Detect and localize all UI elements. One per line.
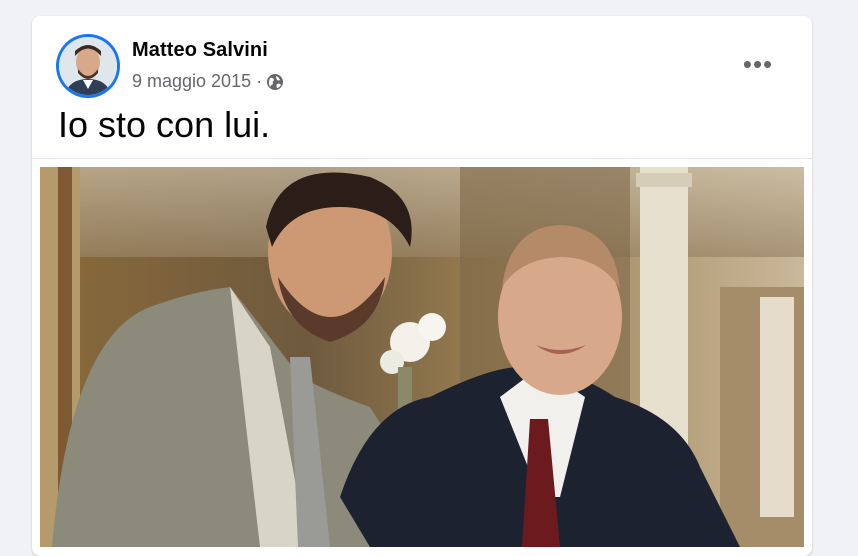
post-meta: 9 maggio 2015 ·: [132, 71, 284, 92]
post-text: Io sto con lui.: [58, 104, 271, 145]
meta-separator: ·: [256, 71, 263, 91]
globe-icon: [266, 73, 284, 91]
divider: [32, 158, 812, 159]
post-photo[interactable]: [40, 167, 804, 547]
post-header: Matteo Salvini 9 maggio 2015 · •••: [32, 16, 812, 106]
avatar[interactable]: [56, 34, 120, 98]
avatar-image: [59, 37, 117, 95]
post-card: Matteo Salvini 9 maggio 2015 · ••• Io st…: [32, 16, 812, 556]
more-options-icon[interactable]: •••: [738, 49, 778, 79]
author-name[interactable]: Matteo Salvini: [132, 39, 268, 62]
post-date[interactable]: 9 maggio 2015: [132, 71, 251, 92]
